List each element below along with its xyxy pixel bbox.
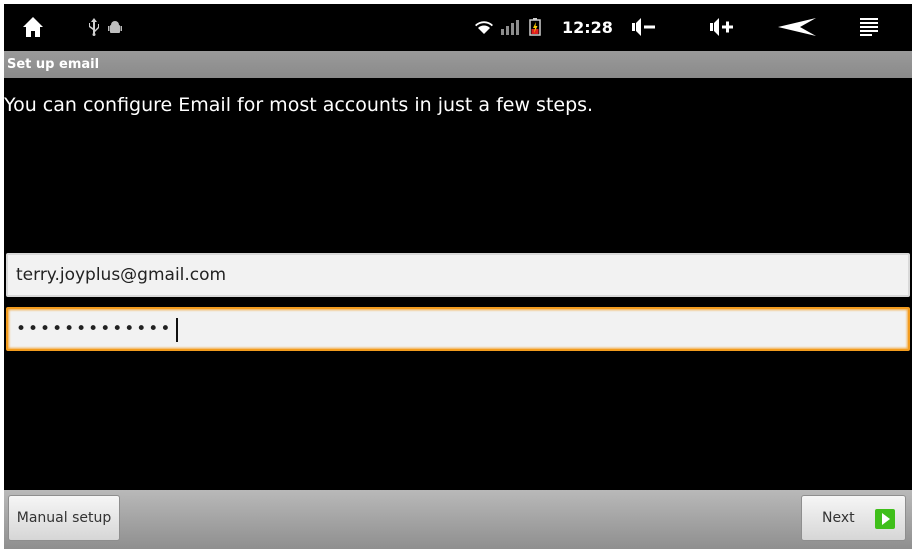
text-cursor (176, 318, 178, 342)
signal-icon (501, 4, 521, 50)
wifi-icon (474, 4, 494, 50)
status-bar: 12:28 (4, 4, 912, 50)
android-debug-icon (108, 4, 122, 50)
bottom-action-bar: Manual setup Next (4, 490, 912, 549)
manual-setup-button[interactable]: Manual setup (8, 495, 120, 541)
next-button-label: Next (822, 510, 855, 526)
volume-down-icon[interactable] (632, 4, 656, 50)
instructions-text: You can configure Email for most account… (4, 94, 594, 116)
next-arrow-icon (875, 509, 895, 533)
home-icon[interactable] (22, 4, 44, 50)
volume-up-icon[interactable] (710, 4, 734, 50)
menu-icon[interactable] (860, 4, 880, 50)
battery-icon (529, 4, 541, 50)
page-title: Set up email (7, 57, 100, 72)
status-clock: 12:28 (562, 17, 613, 37)
usb-icon (88, 4, 100, 50)
password-field[interactable] (6, 307, 910, 351)
back-icon[interactable] (778, 4, 816, 50)
screen: 12:28 Set up email You can configure Ema… (0, 0, 912, 549)
email-field[interactable] (6, 253, 910, 297)
device-screen: 12:28 Set up email You can configure Ema… (4, 4, 912, 549)
title-bar: Set up email (4, 51, 912, 78)
next-button[interactable]: Next (801, 495, 906, 541)
